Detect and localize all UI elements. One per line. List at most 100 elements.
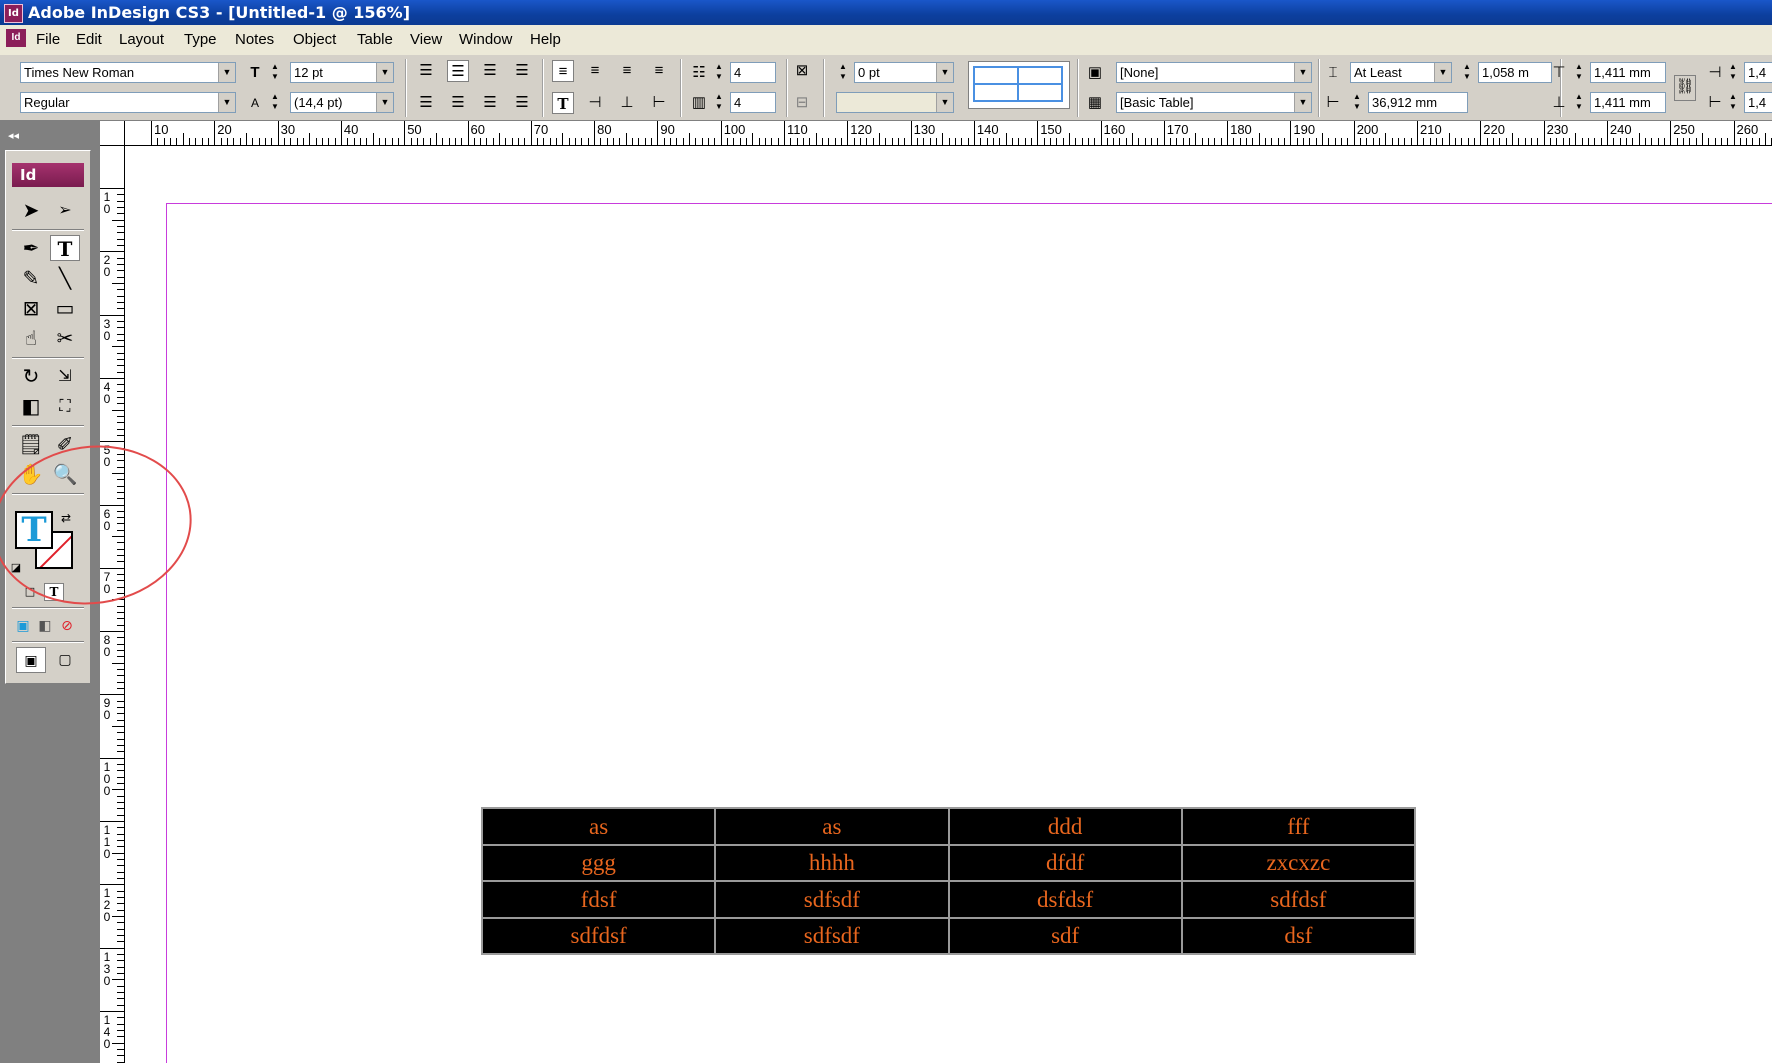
text-rotation-90-icon[interactable]: ⊣ <box>584 92 606 114</box>
menu-notes[interactable]: Notes <box>235 25 274 55</box>
align-right-icon[interactable]: ☰ <box>479 60 501 82</box>
document-table[interactable]: as as ddd fff ggg hhhh dfdf zxcxzc fdsf … <box>480 807 1417 955</box>
table-cell[interactable]: sdfsdf <box>714 880 950 919</box>
rectangle-frame-tool-icon[interactable]: ⊠ <box>16 295 46 321</box>
stroke-type-field[interactable]: ▼ <box>836 92 954 113</box>
font-size-stepper[interactable]: ▲ ▼ <box>268 62 282 83</box>
menu-help[interactable]: Help <box>530 25 561 55</box>
chevron-down-icon[interactable]: ▼ <box>376 63 393 82</box>
valign-bottom-icon[interactable]: ≡ <box>616 60 638 82</box>
link-insets-icon[interactable]: ⛓ <box>1674 75 1696 101</box>
menu-object[interactable]: Object <box>293 25 336 55</box>
scale-tool-icon[interactable]: ⇲ <box>50 363 80 389</box>
row-height-mode-field[interactable]: At Least ▼ <box>1350 62 1452 83</box>
row-height-field[interactable]: 1,058 m <box>1478 62 1552 83</box>
zoom-tool-icon[interactable]: 🔍 <box>50 461 80 487</box>
leading-field[interactable]: (14,4 pt) ▼ <box>290 92 394 113</box>
valign-justify-icon[interactable]: ≡ <box>648 60 670 82</box>
preview-view-icon[interactable]: ▢ <box>50 647 80 673</box>
formatting-container-icon[interactable]: □ <box>20 579 40 605</box>
align-justify-icon[interactable]: ☰ <box>511 60 533 82</box>
menu-window[interactable]: Window <box>459 25 512 55</box>
table-cell[interactable]: as <box>714 807 950 846</box>
normal-view-icon[interactable]: ▣ <box>16 647 46 673</box>
table-cell[interactable]: fdsf <box>480 880 717 919</box>
type-tool-icon[interactable]: T <box>50 235 80 261</box>
chevron-down-icon[interactable]: ▼ <box>1294 93 1311 112</box>
apply-none-icon[interactable]: ⊘ <box>56 613 78 639</box>
table-cell[interactable]: dsfdsf <box>947 880 1183 919</box>
pen-tool-icon[interactable]: ✒ <box>16 235 46 261</box>
inset-right-field[interactable]: 1,4 <box>1744 92 1772 113</box>
table-cell[interactable]: sdfdsf <box>480 916 717 955</box>
rectangle-tool-icon[interactable]: ▭ <box>50 295 80 321</box>
apply-color-icon[interactable]: ▣ <box>12 613 34 639</box>
inset-bottom-stepper[interactable]: ▲ ▼ <box>1572 92 1586 113</box>
row-height-stepper[interactable]: ▲ ▼ <box>1460 62 1474 83</box>
stroke-weight-stepper[interactable]: ▲ ▼ <box>836 62 850 83</box>
menu-view[interactable]: View <box>410 25 442 55</box>
ruler-origin[interactable] <box>100 121 125 146</box>
inset-right-stepper[interactable]: ▲ ▼ <box>1726 92 1740 113</box>
menu-type[interactable]: Type <box>184 25 217 55</box>
inset-left-field[interactable]: 1,4 <box>1744 62 1772 83</box>
table-cell[interactable]: ggg <box>480 843 717 882</box>
apply-gradient-icon[interactable]: ◧ <box>34 613 56 639</box>
table-cell[interactable]: sdfsdf <box>714 916 950 955</box>
hand-tool-icon[interactable]: ✋ <box>16 461 46 487</box>
horizontal-ruler[interactable]: 10 20 30 40 50 60 70 80 90 100 110 120 130 140 150 160 1… <box>100 121 1772 146</box>
button-tool-icon[interactable]: ☝ <box>16 325 46 351</box>
stroke-weight-field[interactable]: 0 pt ▼ <box>854 62 954 83</box>
menu-table[interactable]: Table <box>357 25 393 55</box>
pencil-tool-icon[interactable]: ✎ <box>16 265 46 291</box>
table-stroke-proxy[interactable] <box>968 61 1070 109</box>
table-cell[interactable]: sdfdsf <box>1180 880 1417 919</box>
document-icon[interactable]: Id <box>6 29 26 47</box>
rows-field[interactable]: 4 <box>730 62 776 83</box>
table-cell[interactable]: fff <box>1180 807 1417 846</box>
columns-field[interactable]: 4 <box>730 92 776 113</box>
formatting-text-icon[interactable]: T <box>15 511 53 549</box>
chevron-down-icon[interactable]: ▼ <box>218 63 235 82</box>
note-tool-icon[interactable]: 🗒 <box>16 431 46 457</box>
columns-stepper[interactable]: ▲ ▼ <box>712 92 726 113</box>
line-tool-icon[interactable]: ╲ <box>50 265 80 291</box>
text-rotation-270-icon[interactable]: ⊢ <box>648 92 670 114</box>
inset-bottom-field[interactable]: 1,411 mm <box>1590 92 1666 113</box>
align-center-icon[interactable]: ☰ <box>447 60 469 82</box>
menu-edit[interactable]: Edit <box>76 25 102 55</box>
chevron-down-icon[interactable]: ▼ <box>936 93 953 112</box>
scissors-tool-icon[interactable]: ✂ <box>50 325 80 351</box>
text-rotation-180-icon[interactable]: ⊥ <box>616 92 638 114</box>
collapse-panel-icon[interactable]: ◂◂ <box>8 129 19 142</box>
table-cell[interactable]: hhhh <box>714 843 950 882</box>
table-cell[interactable]: zxcxzc <box>1180 843 1417 882</box>
table-cell[interactable]: dfdf <box>947 843 1183 882</box>
unmerge-cells-icon[interactable]: ⊟ <box>791 92 813 114</box>
rotate-tool-icon[interactable]: ↻ <box>16 363 46 389</box>
align-left-icon[interactable]: ☰ <box>415 60 437 82</box>
selection-tool-icon[interactable]: ➤ <box>16 197 46 223</box>
menu-file[interactable]: File <box>36 25 60 55</box>
table-cell[interactable]: ddd <box>947 807 1183 846</box>
table-cell[interactable]: sdf <box>947 916 1183 955</box>
inset-top-field[interactable]: 1,411 mm <box>1590 62 1666 83</box>
font-family-field[interactable]: Times New Roman ▼ <box>20 62 236 83</box>
column-width-stepper[interactable]: ▲ ▼ <box>1350 92 1364 113</box>
inset-top-stepper[interactable]: ▲ ▼ <box>1572 62 1586 83</box>
swap-fill-stroke-icon[interactable]: ⇄ <box>58 505 74 531</box>
cell-style-field[interactable]: [None] ▼ <box>1116 62 1312 83</box>
menu-layout[interactable]: Layout <box>119 25 164 55</box>
justify-left-icon[interactable]: ☰ <box>415 92 437 114</box>
font-style-field[interactable]: Regular ▼ <box>20 92 236 113</box>
font-size-field[interactable]: 12 pt ▼ <box>290 62 394 83</box>
rows-stepper[interactable]: ▲ ▼ <box>712 62 726 83</box>
chevron-down-icon[interactable]: ▼ <box>1294 63 1311 82</box>
column-width-field[interactable]: 36,912 mm <box>1368 92 1468 113</box>
chevron-down-icon[interactable]: ▼ <box>936 63 953 82</box>
formatting-text-toggle-icon[interactable]: T <box>44 583 64 601</box>
vertical-ruler[interactable]: 10 20 30 40 50 60 70 80 90 100 110 120 130 140 <box>100 145 125 1063</box>
table-style-field[interactable]: [Basic Table] ▼ <box>1116 92 1312 113</box>
merge-cells-icon[interactable]: ⊠ <box>791 60 813 82</box>
justify-center-icon[interactable]: ☰ <box>447 92 469 114</box>
